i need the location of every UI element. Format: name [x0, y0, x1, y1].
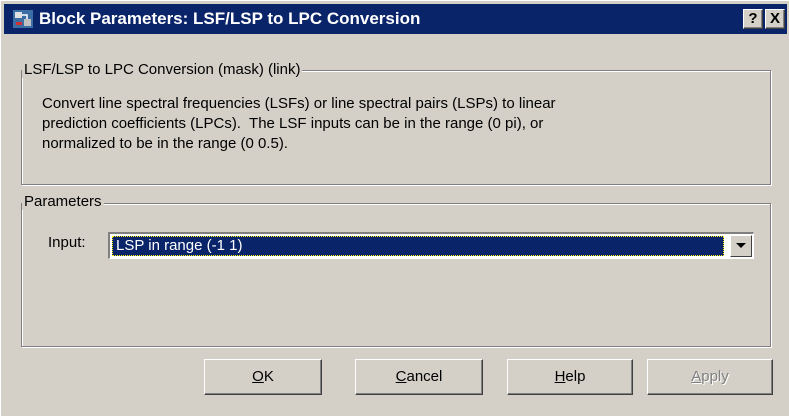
block-description: Convert line spectral frequencies (LSFs)… [42, 95, 556, 152]
help-title-button[interactable]: ? [743, 9, 763, 29]
help-button[interactable]: Help [507, 359, 633, 395]
ok-button[interactable]: OK [204, 359, 322, 395]
cancel-button[interactable]: Cancel [355, 359, 483, 395]
close-title-button[interactable]: X [765, 9, 785, 29]
apply-accel: A [691, 368, 702, 385]
cancel-accel: C [395, 368, 407, 385]
parameters-group [21, 203, 771, 347]
apply-button[interactable]: Apply [647, 359, 773, 395]
simulink-block-icon [13, 10, 33, 28]
mask-group-legend: LSF/LSP to LPC Conversion (mask) (link) [22, 61, 303, 78]
ok-accel: O [252, 368, 264, 385]
input-select-value[interactable]: LSP in range (-1 1) [112, 236, 724, 256]
help-label: elp [565, 368, 586, 385]
input-select[interactable]: LSP in range (-1 1) [108, 232, 754, 259]
dropdown-arrow-button[interactable] [730, 235, 752, 257]
dialog-window: Block Parameters: LSF/LSP to LPC Convers… [0, 0, 789, 416]
title-bar[interactable]: Block Parameters: LSF/LSP to LPC Convers… [4, 4, 787, 34]
input-label: Input: [48, 234, 86, 251]
window-title: Block Parameters: LSF/LSP to LPC Convers… [39, 9, 421, 28]
apply-label: pply [701, 368, 729, 385]
cancel-label: ancel [406, 368, 443, 385]
help-accel: H [554, 368, 566, 385]
parameters-group-legend: Parameters [22, 193, 104, 210]
ok-label: K [263, 368, 274, 385]
chevron-down-icon [736, 243, 746, 248]
